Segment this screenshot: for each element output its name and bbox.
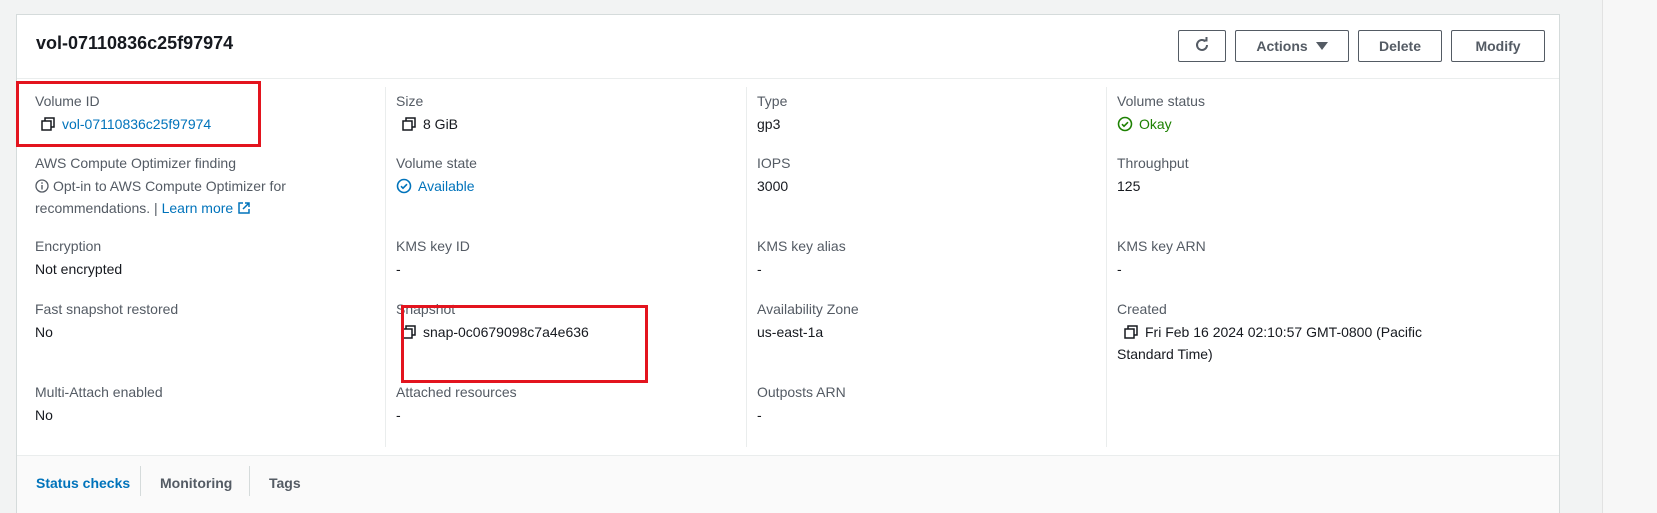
field-created: Created Fri Feb 16 2024 02:10:57 GMT-080… (1117, 299, 1452, 365)
field-value: - (396, 261, 401, 277)
check-circle-icon (396, 178, 412, 194)
field-attached-resources: Attached resources - (396, 382, 746, 426)
field-fast-snapshot: Fast snapshot restored No (35, 299, 385, 343)
learn-more-link[interactable]: Learn more (162, 200, 234, 216)
refresh-button[interactable] (1178, 30, 1226, 62)
copy-icon[interactable] (401, 116, 417, 132)
field-label: KMS key ARN (1117, 238, 1206, 254)
field-label: Type (757, 93, 788, 109)
check-circle-icon (1117, 116, 1133, 132)
field-type: Type gp3 (757, 91, 1107, 135)
tab-divider (140, 466, 141, 496)
field-label: Volume status (1117, 93, 1205, 109)
field-value: 3000 (757, 178, 789, 194)
created-timestamp: Fri Feb 16 2024 02:10:57 GMT-0800 (Pacif… (1117, 324, 1423, 362)
field-value: No (35, 324, 53, 340)
scrollbar-track[interactable] (1602, 0, 1657, 513)
field-label: Availability Zone (757, 301, 859, 317)
info-icon (35, 177, 49, 193)
column-divider (746, 87, 747, 447)
field-multi-attach: Multi-Attach enabled No (35, 382, 385, 426)
field-label: Throughput (1117, 155, 1189, 171)
field-size: Size 8 GiB (396, 91, 746, 135)
field-availability-zone: Availability Zone us-east-1a (757, 299, 1107, 343)
field-label: Volume state (396, 155, 477, 171)
field-label: Encryption (35, 238, 102, 254)
field-label: Fast snapshot restored (35, 301, 179, 317)
field-value: 8 GiB (423, 116, 459, 132)
tab-monitoring[interactable]: Monitoring (160, 475, 232, 491)
field-encryption: Encryption Not encrypted (35, 236, 385, 280)
field-label: AWS Compute Optimizer finding (35, 155, 236, 171)
actions-dropdown-button[interactable]: Actions (1235, 30, 1349, 62)
field-kms-key-alias: KMS key alias - (757, 236, 1107, 280)
column-divider (385, 87, 386, 447)
field-label: Outposts ARN (757, 384, 846, 400)
field-value: - (757, 261, 762, 277)
field-label: IOPS (757, 155, 791, 171)
field-label: Attached resources (396, 384, 517, 400)
field-throughput: Throughput 125 (1117, 153, 1467, 197)
status-okay: Okay (1139, 116, 1172, 132)
tab-tags[interactable]: Tags (269, 475, 301, 491)
field-outposts-arn: Outposts ARN - (757, 382, 1107, 426)
field-label: Size (396, 93, 424, 109)
field-label: Created (1117, 301, 1167, 317)
field-compute-optimizer: AWS Compute Optimizer finding Opt-in to … (35, 153, 385, 219)
state-available: Available (418, 178, 475, 194)
modify-button[interactable]: Modify (1451, 30, 1545, 62)
actions-label: Actions (1256, 38, 1308, 54)
field-value: No (35, 407, 53, 423)
field-volume-state: Volume state Available (396, 153, 746, 197)
field-kms-key-arn: KMS key ARN - (1117, 236, 1467, 280)
field-iops: IOPS 3000 (757, 153, 1107, 197)
detail-tabs: Status checks Monitoring Tags (17, 455, 1559, 513)
highlight-box-volume-id (16, 81, 261, 147)
field-label: Multi-Attach enabled (35, 384, 163, 400)
field-value: Not encrypted (35, 261, 123, 277)
field-label: KMS key ID (396, 238, 470, 254)
field-value: 125 (1117, 178, 1141, 194)
field-value: us-east-1a (757, 324, 824, 340)
highlight-box-snapshot (401, 305, 648, 383)
field-value: gp3 (757, 116, 781, 132)
field-volume-status: Volume status Okay (1117, 91, 1467, 135)
field-value: - (757, 407, 762, 423)
tab-divider (249, 466, 250, 496)
panel-header: vol-07110836c25f97974 Actions Delete Mod… (17, 15, 1559, 79)
caret-down-icon (1315, 42, 1328, 50)
field-kms-key-id: KMS key ID - (396, 236, 746, 280)
copy-icon[interactable] (1123, 324, 1139, 340)
external-link-icon[interactable] (237, 199, 251, 214)
tab-status-checks[interactable]: Status checks (36, 475, 130, 491)
page-title: vol-07110836c25f97974 (36, 33, 234, 53)
field-value: - (1117, 261, 1122, 277)
delete-button[interactable]: Delete (1358, 30, 1442, 62)
field-label: KMS key alias (757, 238, 846, 254)
refresh-icon (1194, 36, 1210, 56)
field-value: - (396, 407, 401, 423)
optimizer-note: Opt-in to AWS Compute Optimizer for reco… (35, 175, 383, 219)
